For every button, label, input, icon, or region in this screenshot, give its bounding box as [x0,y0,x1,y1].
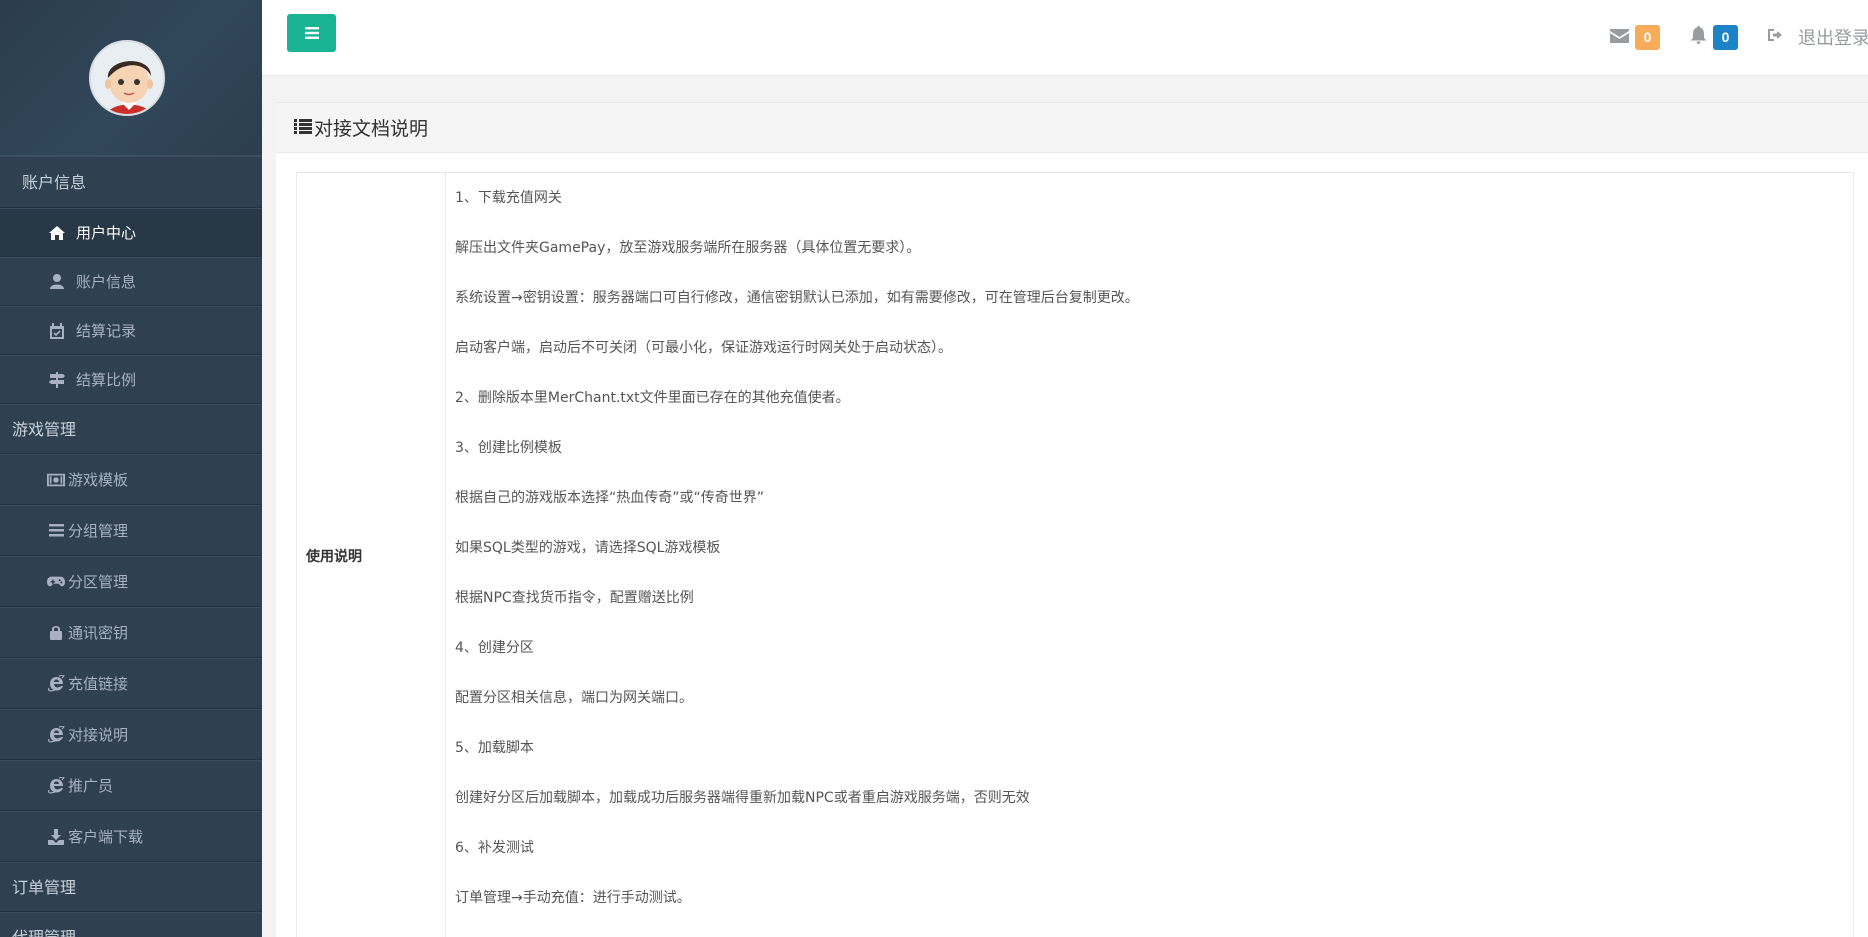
doc-line: 系统设置→密钥设置：服务器端口可自行修改，通信密钥默认已添加，如有需要修改，可在… [455,290,1139,306]
top-right-actions: 0 0 退出登录 [1610,24,1868,50]
sidebar-item-label: 分区管理 [68,573,129,591]
doc-line: 启动客户端，启动后不可关闭（可最小化，保证游戏运行时网关处于启动状态）。 [455,340,952,356]
download-icon [47,828,65,845]
top-navbar: 0 0 退出登录 [262,0,1868,76]
sidebar-item-group-management[interactable]: 分组管理 [0,505,262,556]
logout-label: 退出登录 [1798,28,1868,49]
sidebar-item-label: 结算比例 [76,371,137,389]
doc-line: 2、删除版本里MerChant.txt文件里面已存在的其他充值使者。 [455,390,850,406]
sidebar-item-settlement-records[interactable]: 结算记录 [0,306,262,355]
notification-dropdown[interactable]: 0 [1690,24,1738,50]
sidebar-item-label: 充值链接 [68,675,129,693]
sidebar-toggle-button[interactable] [287,14,336,52]
row-label: 使用说明 [297,173,446,937]
doc-line: 根据自己的游戏版本选择“热血传奇”或“传奇世界” [455,490,765,506]
doc-line: 根据NPC查找货币指令，配置赠送比例 [455,590,694,606]
sidebar: 账户信息 用户中心 账户信息 结算记录 结算比例 游戏管理 游戏模板 分组管理 … [0,0,262,937]
doc-line: 6、补发测试 [455,840,534,856]
sign-out-icon [1768,27,1798,48]
profile-header [0,0,262,156]
doc-content: 1、下载充值网关 解压出文件夹GamePay，放至游戏服务端所在服务器（具体位置… [446,173,1853,937]
doc-table: 使用说明 1、下载充值网关 解压出文件夹GamePay，放至游戏服务端所在服务器… [296,172,1854,937]
doc-line: 4、创建分区 [455,640,534,656]
doc-line: 订单管理→手动充值：进行手动测试。 [455,890,691,906]
doc-line: 配置分区相关信息，端口为网关端口。 [455,690,693,706]
sidebar-item-account-info[interactable]: 账户信息 [0,257,262,306]
bars-icon [304,24,319,43]
mail-count-badge: 0 [1635,24,1660,50]
notification-count-badge: 0 [1713,24,1738,50]
nav-section-account[interactable]: 账户信息 [0,156,262,208]
sidebar-item-recharge-link[interactable]: 充值链接 [0,658,262,709]
list-icon [294,117,314,139]
user-icon [48,274,66,290]
logout-link[interactable]: 退出登录 [1768,24,1868,50]
sidebar-item-label: 对接说明 [68,726,129,744]
content-panel: 对接文档说明 使用说明 1、下载充值网关 解压出文件夹GamePay，放至游戏服… [276,102,1868,937]
mail-dropdown[interactable]: 0 [1610,24,1660,50]
bars-icon [47,523,65,539]
doc-line: 1、下载充值网关 [455,190,562,206]
nav-section-agent[interactable]: 代理管理 [0,912,262,937]
sidebar-item-label: 账户信息 [76,273,137,291]
sidebar-item-user-center[interactable]: 用户中心 [0,208,262,257]
sidebar-item-label: 客户端下载 [68,828,144,846]
sidebar-item-label: 结算记录 [76,322,137,340]
ie-icon [47,675,65,692]
sidebar-item-game-template[interactable]: 游戏模板 [0,454,262,505]
sidebar-item-label: 推广员 [68,777,114,795]
doc-line: 3、创建比例模板 [455,440,562,456]
sidebar-item-client-download[interactable]: 客户端下载 [0,811,262,862]
envelope-icon [1610,28,1629,47]
bell-icon [1690,26,1707,48]
sidebar-item-promoter[interactable]: 推广员 [0,760,262,811]
lock-icon [47,625,65,641]
sidebar-item-label: 通讯密钥 [68,624,129,642]
calendar-check-icon [48,322,66,339]
avatar[interactable] [89,40,165,116]
sidebar-item-settlement-ratio[interactable]: 结算比例 [0,355,262,404]
sidebar-item-integration-guide[interactable]: 对接说明 [0,709,262,760]
doc-line: 解压出文件夹GamePay，放至游戏服务端所在服务器（具体位置无要求）。 [455,240,921,256]
sidebar-item-label: 用户中心 [76,224,137,242]
nav-section-game[interactable]: 游戏管理 [0,404,262,454]
panel-header: 对接文档说明 [276,103,1868,153]
nav-section-orders[interactable]: 订单管理 [0,862,262,912]
gamepad-icon [47,574,65,590]
signpost-icon [48,371,66,388]
doc-line: 5、加载脚本 [455,740,534,756]
ie-icon [47,726,65,743]
sidebar-item-label: 分组管理 [68,522,129,540]
doc-line: 如果SQL类型的游戏，请选择SQL游戏模板 [455,540,721,556]
doc-line: 创建好分区后加载脚本，加载成功后服务器端得重新加载NPC或者重启游戏服务端，否则… [455,790,1030,806]
sidebar-item-label: 游戏模板 [68,471,129,489]
sidebar-item-comm-key[interactable]: 通讯密钥 [0,607,262,658]
ie-icon [47,777,65,794]
panel-title: 对接文档说明 [314,118,429,140]
money-icon [47,472,65,488]
sidebar-item-zone-management[interactable]: 分区管理 [0,556,262,607]
home-icon [48,225,66,241]
